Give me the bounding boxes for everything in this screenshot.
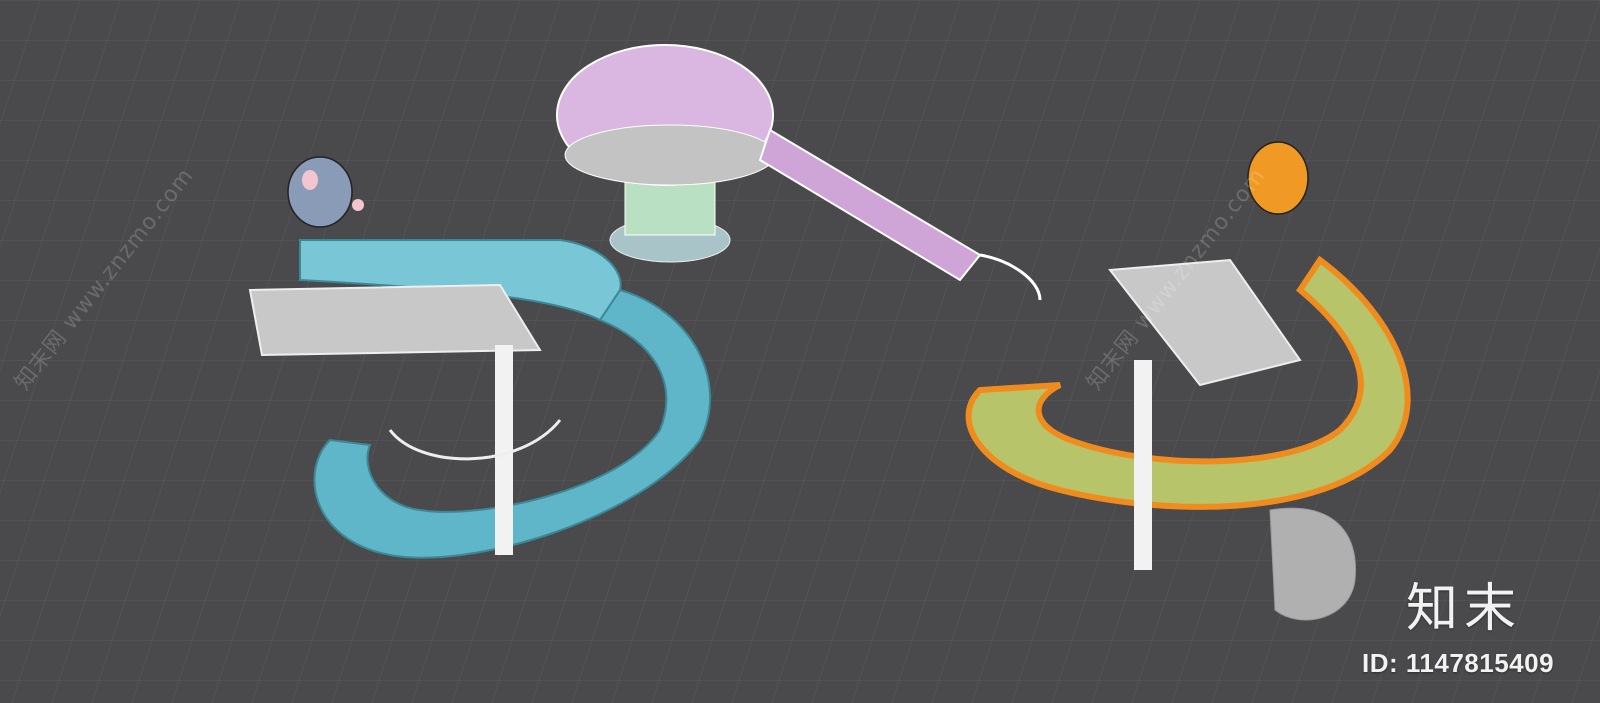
model-id: ID: 1147815409 (1362, 648, 1555, 678)
mouse-head (287, 156, 353, 228)
3d-scene (0, 0, 1600, 703)
brand-logo: 知末 (1406, 579, 1523, 639)
render-viewport: 知末网 www.znzmo.com 知末网 www.znzmo.com 知末 I… (0, 0, 1600, 703)
